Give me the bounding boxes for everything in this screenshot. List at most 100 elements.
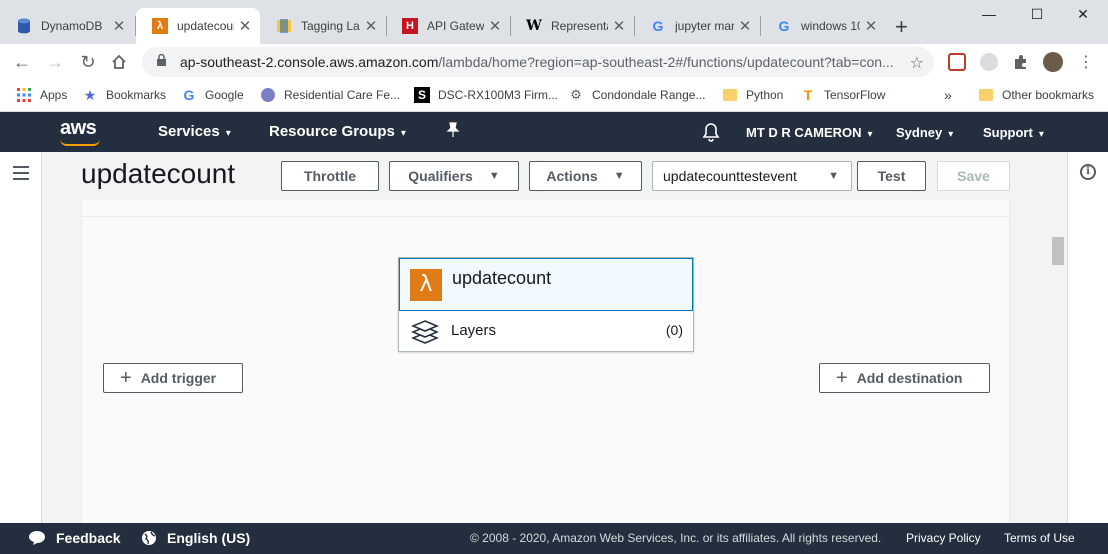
- aws-footer: Feedback English (US) © 2008 - 2020, Ama…: [0, 523, 1108, 554]
- hamburger-menu-icon[interactable]: [13, 166, 29, 184]
- function-node: λ updatecount Layers (0): [398, 257, 694, 352]
- info-icon[interactable]: i: [1080, 164, 1096, 180]
- divider: [82, 216, 1011, 217]
- caret-down-icon: ▼: [613, 170, 625, 182]
- close-tab-icon[interactable]: ✕: [864, 17, 878, 35]
- terms-of-use-link[interactable]: Terms of Use: [1004, 531, 1075, 545]
- site-icon: [260, 87, 276, 103]
- close-window-button[interactable]: ✕: [1060, 6, 1106, 23]
- new-tab-button[interactable]: +: [895, 14, 908, 40]
- lambda-console-content: updatecount Throttle Qualifiers ▼ Actions…: [0, 152, 1108, 523]
- qualifiers-button[interactable]: Qualifiers ▼: [389, 161, 519, 191]
- add-destination-button[interactable]: + Add destination: [819, 363, 990, 393]
- browser-tab-strip: DynamoDB ✕ λ updatecount ✕ Tagging Lar ✕…: [0, 0, 1108, 44]
- home-button[interactable]: [107, 50, 131, 74]
- url-text: ap-southeast-2.console.aws.amazon.com/la…: [180, 54, 900, 70]
- support-menu[interactable]: Support ▾: [983, 125, 1044, 140]
- close-tab-icon[interactable]: ✕: [488, 17, 502, 35]
- save-button[interactable]: Save: [937, 161, 1010, 191]
- google-icon: G: [652, 18, 664, 34]
- bookmarks-overflow-chevron-icon[interactable]: »: [944, 87, 952, 103]
- bookmark-condondale[interactable]: ⚙ Condondale Range...: [568, 87, 705, 103]
- star-icon: ★: [83, 86, 97, 103]
- back-button[interactable]: ←: [10, 50, 34, 74]
- page-title: updatecount: [81, 158, 236, 189]
- services-menu[interactable]: Services ▾: [158, 123, 231, 140]
- extension-cloud-icon[interactable]: [980, 53, 998, 71]
- add-trigger-button[interactable]: + Add trigger: [103, 363, 243, 393]
- chevron-down-icon: ▾: [1038, 129, 1044, 140]
- tagging-icon: [276, 18, 292, 34]
- dynamodb-icon: [16, 18, 32, 34]
- left-sidebar: [0, 152, 42, 523]
- bookmarks-bar: Apps ★ Bookmarks G Google Residential Ca…: [0, 80, 1108, 112]
- throttle-button[interactable]: Throttle: [281, 161, 379, 191]
- google-icon: G: [183, 87, 195, 103]
- bookmark-tensorflow[interactable]: T TensorFlow: [800, 87, 886, 103]
- test-button[interactable]: Test: [857, 161, 926, 191]
- resource-groups-menu[interactable]: Resource Groups ▾: [269, 123, 406, 140]
- function-node-header[interactable]: λ updatecount: [399, 258, 693, 311]
- maximize-button[interactable]: ☐: [1014, 6, 1060, 23]
- url-host: ap-southeast-2.console.aws.amazon.com: [180, 54, 439, 70]
- extension-shield-icon[interactable]: [948, 53, 966, 71]
- bookmark-google[interactable]: G Google: [181, 87, 244, 103]
- lambda-icon: λ: [410, 269, 442, 301]
- privacy-policy-link[interactable]: Privacy Policy: [906, 531, 981, 545]
- close-tab-icon[interactable]: ✕: [238, 17, 252, 35]
- profile-avatar[interactable]: [1043, 52, 1063, 72]
- test-event-select[interactable]: updatecounttestevent ▼: [652, 161, 852, 191]
- close-tab-icon[interactable]: ✕: [364, 17, 378, 35]
- chevron-down-icon: ▾: [225, 128, 231, 139]
- minimize-button[interactable]: —: [966, 6, 1012, 22]
- tab-tagging[interactable]: Tagging Lar ✕: [260, 8, 386, 44]
- aws-logo[interactable]: aws: [60, 117, 97, 140]
- account-menu[interactable]: MT D R CAMERON ▾: [746, 125, 873, 140]
- api-gateway-icon: H: [402, 18, 418, 34]
- site-icon: ⚙: [570, 87, 582, 102]
- tab-dynamodb[interactable]: DynamoDB ✕: [0, 8, 134, 44]
- bookmark-dsc-firmware[interactable]: S DSC-RX100M3 Firm...: [414, 87, 558, 103]
- tab-api-gateway[interactable]: H API Gatewa ✕: [386, 8, 510, 44]
- bookmark-python-folder[interactable]: Python: [722, 87, 783, 103]
- sony-icon: S: [414, 87, 430, 103]
- close-tab-icon[interactable]: ✕: [738, 17, 752, 35]
- region-menu[interactable]: Sydney ▾: [896, 125, 953, 140]
- bookmark-star-icon[interactable]: ☆: [910, 53, 924, 73]
- layers-count: (0): [665, 322, 683, 338]
- chevron-down-icon: ▾: [948, 129, 954, 140]
- reload-button[interactable]: ↻: [76, 50, 100, 74]
- actions-button[interactable]: Actions ▼: [529, 161, 642, 191]
- forward-button[interactable]: →: [43, 50, 67, 74]
- layers-icon: [411, 319, 439, 350]
- tab-windows-search[interactable]: G windows 10 ✕: [760, 8, 886, 44]
- feedback-link[interactable]: Feedback: [28, 530, 121, 546]
- tab-updatecount[interactable]: λ updatecount ✕: [136, 8, 260, 44]
- aws-navbar: aws Services ▾ Resource Groups ▾ MT D R CA…: [0, 112, 1108, 152]
- bookmark-other-bookmarks[interactable]: Other bookmarks: [978, 87, 1094, 103]
- bookmark-apps[interactable]: Apps: [16, 87, 67, 103]
- plus-icon: +: [836, 367, 848, 389]
- close-tab-icon[interactable]: ✕: [612, 17, 626, 35]
- pin-icon[interactable]: [446, 122, 460, 142]
- layers-node[interactable]: Layers (0): [399, 312, 693, 351]
- bookmark-bookmarks[interactable]: ★ Bookmarks: [82, 87, 166, 103]
- aws-logo-smile: [60, 139, 100, 146]
- extensions-puzzle-icon[interactable]: [1012, 53, 1030, 71]
- folder-icon: [722, 87, 738, 103]
- chrome-menu-icon[interactable]: ⋮: [1074, 50, 1098, 74]
- close-tab-icon[interactable]: ✕: [112, 17, 126, 35]
- scrollbar-thumb[interactable]: [1052, 237, 1064, 265]
- tab-wikipedia[interactable]: W Representa ✕: [510, 8, 634, 44]
- bookmark-residential-care[interactable]: Residential Care Fe...: [260, 87, 400, 103]
- apps-grid-icon: [16, 87, 32, 103]
- language-selector[interactable]: English (US): [141, 530, 250, 546]
- address-bar[interactable]: ap-southeast-2.console.aws.amazon.com/la…: [142, 47, 934, 77]
- globe-icon: [142, 531, 156, 545]
- tab-jupyter-search[interactable]: G jupyter mar ✕: [634, 8, 760, 44]
- copyright-text: © 2008 - 2020, Amazon Web Services, Inc.…: [470, 531, 882, 545]
- home-icon: [112, 54, 126, 69]
- notifications-bell-icon[interactable]: [702, 122, 720, 146]
- right-sidebar: i: [1067, 152, 1108, 523]
- chevron-down-icon: ▾: [867, 129, 873, 140]
